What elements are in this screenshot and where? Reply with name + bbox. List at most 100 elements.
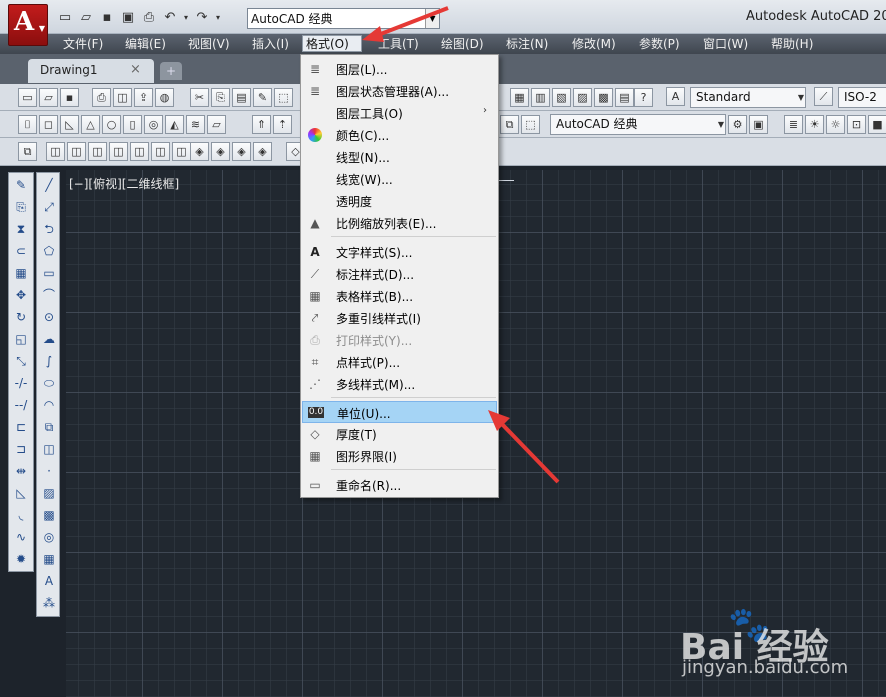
chamfer-icon[interactable]: ◺ [11, 484, 31, 503]
undo-dropdown-icon[interactable]: ▾ [182, 9, 190, 26]
menu-item-limits[interactable]: ▦ 图形界限(I) [302, 445, 497, 467]
color-edge-icon[interactable]: ◈ [211, 142, 230, 161]
menu-dimension[interactable]: 标注(N) [503, 36, 551, 53]
offset-icon[interactable]: ⊂ [11, 242, 31, 261]
rotate-face-icon[interactable]: ◫ [130, 142, 149, 161]
make-block-icon[interactable]: ◫ [39, 440, 59, 459]
sheet-set-icon[interactable]: ▨ [573, 88, 592, 107]
table-icon[interactable]: ▦ [39, 550, 59, 569]
menu-format[interactable]: 格式(O) [302, 35, 362, 52]
imprint-icon[interactable]: ◈ [232, 142, 251, 161]
help-icon[interactable]: ? [634, 88, 653, 107]
explode-icon[interactable]: ✹ [11, 550, 31, 569]
menu-item-transparency[interactable]: 透明度 [302, 190, 497, 212]
region-icon[interactable]: ◎ [39, 528, 59, 547]
torus-icon[interactable]: ◎ [144, 115, 163, 134]
ellipse-icon[interactable]: ⬭ [39, 374, 59, 393]
visual-style-icon[interactable]: ⬚ [521, 115, 540, 134]
extrude-face-icon[interactable]: ◫ [46, 142, 65, 161]
union-icon[interactable]: ⧉ [18, 142, 37, 161]
viewport-controls[interactable]: [−][俯视][二维线框] [69, 175, 179, 192]
tool-palette-icon[interactable]: ▧ [552, 88, 571, 107]
mtext-icon[interactable]: A [39, 572, 59, 591]
menu-item-point-style[interactable]: ⌗ 点样式(P)... [302, 351, 497, 373]
menu-item-mleader-style[interactable]: ⤤ 多重引线样式(I) [302, 307, 497, 329]
new-icon[interactable]: ▭ [56, 9, 74, 26]
cylinder-icon[interactable]: ▯ [123, 115, 142, 134]
menu-item-linetype[interactable]: 线型(N)... [302, 146, 497, 168]
redo-icon[interactable]: ↷ [193, 9, 211, 26]
new-icon[interactable]: ▭ [18, 88, 37, 107]
dim-style-select[interactable]: ISO-2 [838, 87, 886, 108]
planar-surface-icon[interactable]: ▱ [207, 115, 226, 134]
menu-view[interactable]: 视图(V) [185, 36, 233, 53]
lightbulb-icon[interactable]: ☀ [805, 115, 824, 134]
workspace-settings-icon[interactable]: ▣ [749, 115, 768, 134]
menu-item-mline-style[interactable]: ⋰ 多线样式(M)... [302, 373, 497, 395]
open-icon[interactable]: ▱ [39, 88, 58, 107]
menu-file[interactable]: 文件(F) [60, 36, 106, 53]
trim-icon[interactable]: -/- [11, 374, 31, 393]
break-at-point-icon[interactable]: ⊏ [11, 418, 31, 437]
block-editor-icon[interactable]: ⬚ [274, 88, 293, 107]
new-tab-icon[interactable]: + [160, 62, 182, 80]
globe-icon[interactable]: ◍ [155, 88, 174, 107]
copy-icon[interactable]: ⎘ [11, 198, 31, 217]
move-face-icon[interactable]: ◫ [67, 142, 86, 161]
rotate-icon[interactable]: ↻ [11, 308, 31, 327]
save-icon[interactable]: ▪ [98, 9, 116, 26]
extrude-icon[interactable]: ⇑ [252, 115, 271, 134]
menu-item-layer-tools[interactable]: 图层工具(O) › [302, 102, 497, 124]
construction-line-icon[interactable]: ⤢ [39, 198, 59, 217]
circle-icon[interactable]: ⊙ [39, 308, 59, 327]
taper-face-icon[interactable]: ◫ [151, 142, 170, 161]
point-icon[interactable]: · [39, 462, 59, 481]
sun-icon[interactable]: ☼ [826, 115, 845, 134]
menu-item-lineweight[interactable]: 线宽(W)... [302, 168, 497, 190]
design-center-icon[interactable]: ▥ [531, 88, 550, 107]
blend-icon[interactable]: ∿ [11, 528, 31, 547]
box-icon[interactable]: ◻ [39, 115, 58, 134]
move-icon[interactable]: ✥ [11, 286, 31, 305]
line-icon[interactable]: ╱ [39, 176, 59, 195]
menu-item-text-style[interactable]: A 文字样式(S)... [302, 241, 497, 263]
print-icon[interactable]: ⎙ [140, 9, 158, 26]
wedge-icon[interactable]: ◺ [60, 115, 79, 134]
pyramid-icon[interactable]: ◭ [165, 115, 184, 134]
add-selected-icon[interactable]: ⁂ [39, 594, 59, 613]
ellipse-arc-icon[interactable]: ◠ [39, 396, 59, 415]
scale-icon[interactable]: ◱ [11, 330, 31, 349]
cone-icon[interactable]: △ [81, 115, 100, 134]
menu-item-layer[interactable]: ≣ 图层(L)... [302, 58, 497, 80]
lock-icon[interactable]: ⊡ [847, 115, 866, 134]
print-icon[interactable]: ⎙ [92, 88, 111, 107]
mirror-icon[interactable]: ⧗ [11, 220, 31, 239]
workspace-select[interactable]: AutoCAD 经典 ▼ [247, 8, 440, 29]
color-square-icon[interactable]: ■ [868, 115, 886, 134]
chevron-down-icon[interactable]: ▼ [425, 9, 439, 28]
close-icon[interactable]: × [130, 62, 141, 77]
open-icon[interactable]: ▱ [77, 9, 95, 26]
gear-icon[interactable]: ⚙ [728, 115, 747, 134]
fillet-icon[interactable]: ◟ [11, 506, 31, 525]
menu-item-scale-list[interactable]: ▲ 比例缩放列表(E)... [302, 212, 497, 234]
gradient-icon[interactable]: ▩ [39, 506, 59, 525]
cut-icon[interactable]: ✂ [190, 88, 209, 107]
revcloud-icon[interactable]: ☁ [39, 330, 59, 349]
menu-item-thickness[interactable]: ◇ 厚度(T) [302, 423, 497, 445]
menu-help[interactable]: 帮助(H) [768, 36, 816, 53]
calculator-icon[interactable]: ▦ [510, 88, 529, 107]
menu-item-table-style[interactable]: ▦ 表格样式(B)... [302, 285, 497, 307]
saveas-icon[interactable]: ▣ [119, 9, 137, 26]
polysolid-icon[interactable]: ⌷ [18, 115, 37, 134]
copy-icon[interactable]: ⎘ [211, 88, 230, 107]
stretch-icon[interactable]: ⤡ [11, 352, 31, 371]
workspace-combo[interactable]: AutoCAD 经典 ▼ [550, 114, 726, 135]
delete-face-icon[interactable]: ◫ [109, 142, 128, 161]
save-icon[interactable]: ▪ [60, 88, 79, 107]
undo-icon[interactable]: ↶ [161, 9, 179, 26]
insert-block-icon[interactable]: ⧉ [39, 418, 59, 437]
layer-icon[interactable]: ≣ [784, 115, 803, 134]
hatch-icon[interactable]: ▨ [39, 484, 59, 503]
quickcalc-icon[interactable]: ▤ [615, 88, 634, 107]
